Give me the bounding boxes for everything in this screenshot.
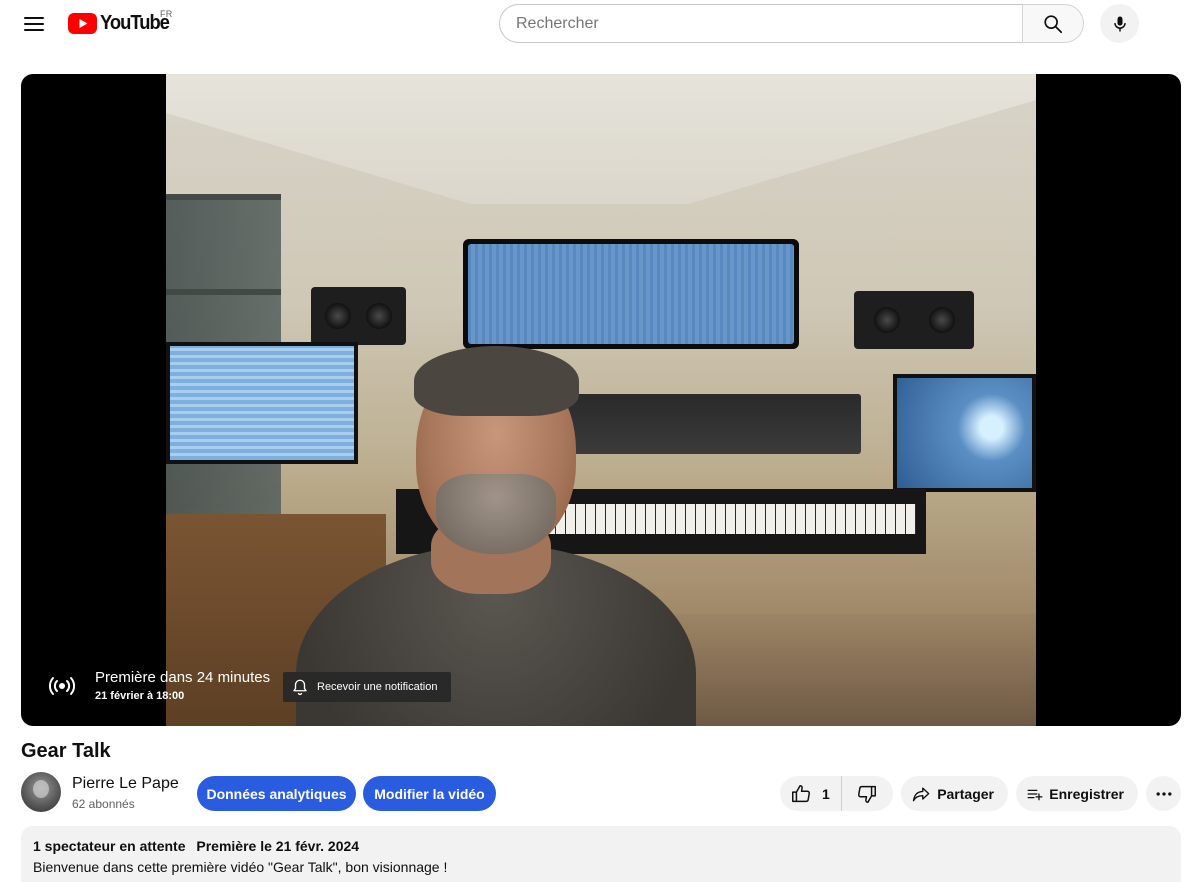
more-actions-button[interactable]	[1146, 776, 1181, 811]
bell-icon	[293, 679, 307, 696]
video-player[interactable]: Première dans 24 minutes 21 février à 18…	[21, 74, 1181, 726]
premiere-datetime: 21 février à 18:00	[95, 690, 185, 702]
voice-search-button[interactable]	[1100, 4, 1139, 43]
waiting-viewers: 1 spectateur en attente	[33, 838, 186, 854]
like-button[interactable]: 1	[780, 776, 842, 811]
premiere-countdown: Première dans 24 minutes	[95, 669, 271, 686]
dislike-button[interactable]	[842, 776, 892, 811]
analytics-button[interactable]: Données analytiques	[197, 776, 356, 811]
notify-label: Recevoir une notification	[317, 681, 438, 693]
video-title: Gear Talk	[21, 740, 111, 762]
microphone-icon	[1113, 16, 1126, 31]
more-horizontal-icon	[1156, 791, 1171, 796]
description-text: Bienvenue dans cette première vidéo "Gea…	[33, 859, 448, 875]
country-code: FR	[160, 9, 173, 19]
search-input[interactable]	[500, 5, 1023, 42]
edit-video-button[interactable]: Modifier la vidéo	[363, 776, 496, 811]
thumbs-down-icon	[858, 785, 876, 803]
hamburger-menu-icon	[24, 17, 44, 31]
thumbs-up-icon	[792, 784, 810, 802]
save-label: Enregistrer	[1049, 785, 1124, 802]
video-thumbnail	[166, 74, 1036, 726]
youtube-logo[interactable]: YouTube	[68, 9, 175, 37]
logo-wordmark: YouTube	[100, 11, 170, 34]
youtube-play-icon	[68, 12, 97, 34]
like-count: 1	[822, 785, 830, 802]
like-dislike-group: 1	[780, 776, 893, 811]
channel-name-link[interactable]: Pierre Le Pape	[72, 775, 179, 793]
guide-menu-button[interactable]	[14, 4, 54, 44]
channel-avatar[interactable]	[21, 772, 61, 812]
save-button[interactable]: Enregistrer	[1016, 776, 1138, 811]
share-icon	[912, 786, 930, 801]
description-box[interactable]: 1 spectateur en attente Première le 21 f…	[21, 826, 1181, 882]
masthead: YouTube FR	[0, 0, 1200, 48]
search-button[interactable]	[1022, 4, 1084, 43]
share-label: Partager	[937, 785, 994, 802]
description-meta: 1 spectateur en attente Première le 21 f…	[33, 838, 1169, 854]
live-broadcast-icon	[39, 663, 85, 709]
notify-me-button[interactable]: Recevoir une notification	[283, 672, 452, 702]
search-box	[499, 4, 1023, 43]
search-icon	[1044, 14, 1063, 33]
subscriber-count: 62 abonnés	[72, 797, 135, 811]
playlist-add-icon	[1027, 789, 1043, 800]
share-button[interactable]: Partager	[901, 776, 1008, 811]
premiere-date: Première le 21 févr. 2024	[196, 838, 360, 854]
premiere-info: Première dans 24 minutes 21 février à 18…	[39, 662, 270, 710]
